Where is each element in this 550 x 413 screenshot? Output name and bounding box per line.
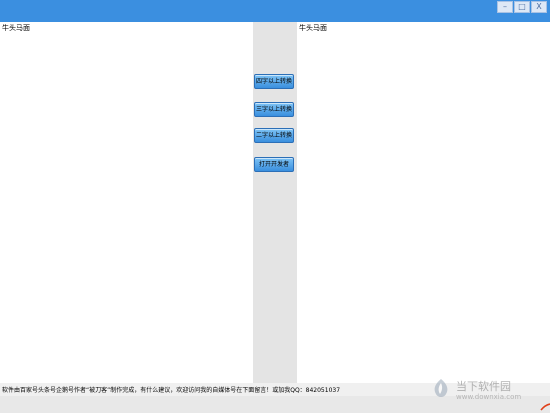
four-char-convert-button[interactable]: 四字以上转换 xyxy=(254,74,294,89)
three-char-convert-button[interactable]: 三字以上转换 xyxy=(254,102,294,117)
title-bar[interactable]: – □ X xyxy=(0,0,550,22)
output-text: 牛头马面 xyxy=(299,24,327,32)
button-panel: 四字以上转换 三字以上转换 二字以上转换 打开开发者 xyxy=(253,22,297,383)
input-text-area[interactable]: 牛头马面 xyxy=(0,22,253,383)
downxia-logo-icon xyxy=(434,379,448,397)
output-text-area[interactable]: 牛头马面 xyxy=(297,22,550,383)
input-text: 牛头马面 xyxy=(2,24,30,32)
close-button[interactable]: X xyxy=(531,1,547,13)
two-char-convert-button[interactable]: 二字以上转换 xyxy=(254,128,294,143)
watermark-name: 当下软件园 xyxy=(456,380,511,393)
maximize-button[interactable]: □ xyxy=(514,1,530,13)
minimize-button[interactable]: – xyxy=(497,1,513,13)
status-text: 软件由百家号头条号企鹅号作者“被刀客”制作完成，有什么建议，欢迎访问我的自媒体号… xyxy=(2,387,341,394)
window-controls: – □ X xyxy=(497,1,547,13)
app-window: – □ X 牛头马面 四字以上转换 三字以上转换 二字以上转换 打开开发者 牛头… xyxy=(0,0,550,413)
watermark-url: www.downxia.com xyxy=(456,393,522,401)
watermark: 当下软件园 www.downxia.com xyxy=(430,376,540,406)
corner-swoosh-icon xyxy=(540,403,550,411)
open-developer-button[interactable]: 打开开发者 xyxy=(254,157,294,172)
